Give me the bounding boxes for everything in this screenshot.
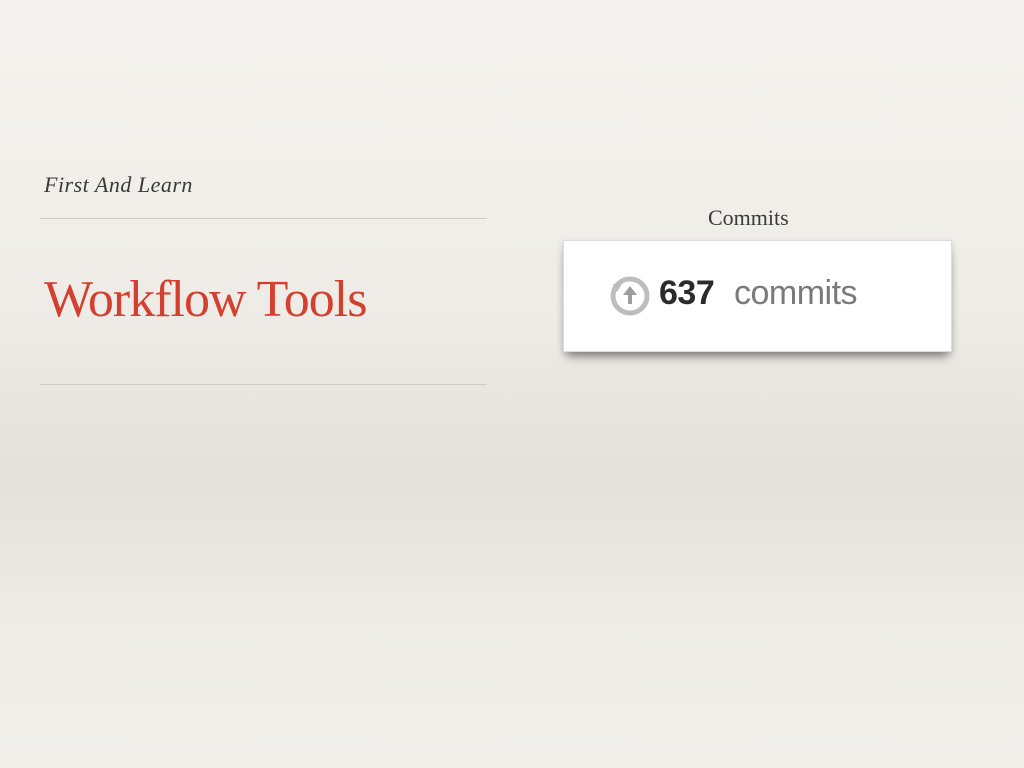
slide-title: Workflow Tools (44, 271, 367, 328)
history-icon (610, 276, 650, 316)
commits-screenshot: 637 commits (563, 240, 952, 352)
bottom-divider (40, 384, 487, 385)
slide-subtitle: First And Learn (44, 172, 193, 197)
commit-count: 637 (659, 274, 715, 312)
top-divider (40, 218, 487, 219)
image-caption: Commits (708, 205, 789, 230)
commit-label: commits (734, 274, 858, 312)
